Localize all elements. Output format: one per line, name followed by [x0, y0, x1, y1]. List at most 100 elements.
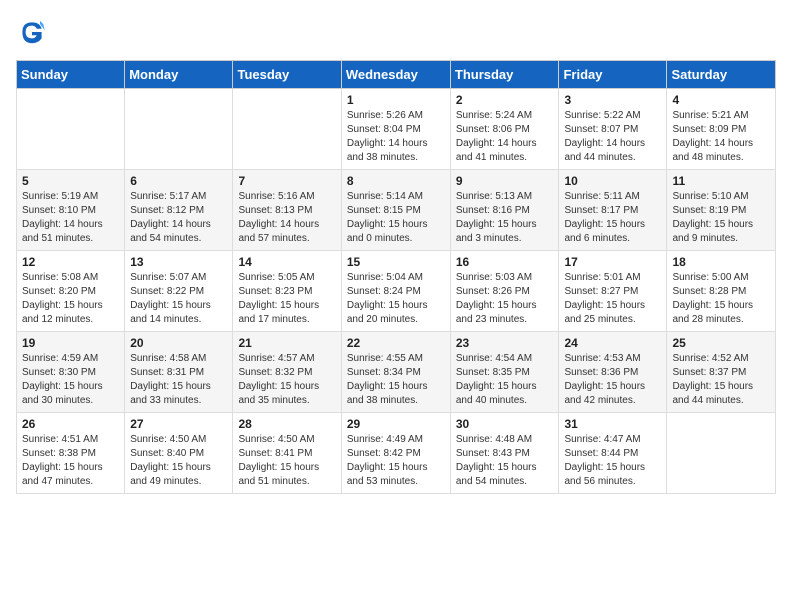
day-info: Sunrise: 5:22 AM Sunset: 8:07 PM Dayligh… — [564, 109, 661, 165]
calendar-day-cell: 2Sunrise: 5:24 AM Sunset: 8:06 PM Daylig… — [450, 89, 559, 170]
day-info: Sunrise: 5:07 AM Sunset: 8:22 PM Dayligh… — [130, 271, 227, 327]
calendar-day-cell — [233, 89, 341, 170]
calendar-day-cell: 26 Sunrise: 4:51 AM Sunset: 8:38 PM Dayli… — [17, 413, 125, 494]
calendar-day-cell: 23 Sunrise: 4:54 AM Sunset: 8:35 PM Dayli… — [450, 332, 559, 413]
calendar-week-row: 1 Sunrise: 5:26 AM Sunset: 8:04 PM Daylig… — [17, 89, 776, 170]
day-number: 10 — [564, 174, 661, 188]
day-number: 6 — [130, 174, 227, 188]
day-number: 1 — [347, 93, 445, 107]
day-info: Sunrise: 4:55 AM Sunset: 8:34 PM Dayligh… — [347, 352, 445, 408]
day-info: Sunrise: 4:51 AM Sunset: 8:38 PM Dayligh… — [22, 433, 119, 489]
calendar-day-cell: 16Sunrise: 5:03 AM Sunset: 8:26 PM Dayli… — [450, 251, 559, 332]
calendar-day-cell: 7 Sunrise: 5:16 AM Sunset: 8:13 PM Daylig… — [233, 170, 341, 251]
day-number: 4 — [672, 93, 770, 107]
calendar-day-cell: 31 Sunrise: 4:47 AM Sunset: 8:44 PM Dayli… — [559, 413, 667, 494]
day-info: Sunrise: 5:04 AM Sunset: 8:24 PM Dayligh… — [347, 271, 445, 327]
day-number: 16 — [456, 255, 554, 269]
calendar-day-cell: 6 Sunrise: 5:17 AM Sunset: 8:12 PM Daylig… — [125, 170, 233, 251]
weekday-header: Monday — [125, 61, 233, 89]
day-info: Sunrise: 5:10 AM Sunset: 8:19 PM Dayligh… — [672, 190, 770, 246]
calendar-day-cell — [125, 89, 233, 170]
day-number: 9 — [456, 174, 554, 188]
calendar-day-cell: 27 Sunrise: 4:50 AM Sunset: 8:40 PM Dayli… — [125, 413, 233, 494]
calendar-week-row: 12 Sunrise: 5:08 AM Sunset: 8:20 PM Dayli… — [17, 251, 776, 332]
day-info: Sunrise: 4:47 AM Sunset: 8:44 PM Dayligh… — [564, 433, 661, 489]
calendar-day-cell: 28Sunrise: 4:50 AM Sunset: 8:41 PM Dayli… — [233, 413, 341, 494]
weekday-header: Saturday — [667, 61, 776, 89]
day-info: Sunrise: 5:08 AM Sunset: 8:20 PM Dayligh… — [22, 271, 119, 327]
calendar-day-cell: 11 Sunrise: 5:10 AM Sunset: 8:19 PM Dayli… — [667, 170, 776, 251]
calendar-day-cell: 3 Sunrise: 5:22 AM Sunset: 8:07 PM Daylig… — [559, 89, 667, 170]
day-info: Sunrise: 5:24 AM Sunset: 8:06 PM Dayligh… — [456, 109, 554, 165]
day-info: Sunrise: 5:16 AM Sunset: 8:13 PM Dayligh… — [238, 190, 335, 246]
calendar-day-cell: 18 Sunrise: 5:00 AM Sunset: 8:28 PM Dayli… — [667, 251, 776, 332]
weekday-header: Wednesday — [341, 61, 450, 89]
weekday-header: Tuesday — [233, 61, 341, 89]
day-number: 29 — [347, 417, 445, 431]
day-number: 19 — [22, 336, 119, 350]
calendar-day-cell: 29Sunrise: 4:49 AM Sunset: 8:42 PM Dayli… — [341, 413, 450, 494]
day-info: Sunrise: 5:05 AM Sunset: 8:23 PM Dayligh… — [238, 271, 335, 327]
day-info: Sunrise: 4:59 AM Sunset: 8:30 PM Dayligh… — [22, 352, 119, 408]
day-number: 26 — [22, 417, 119, 431]
day-info: Sunrise: 4:57 AM Sunset: 8:32 PM Dayligh… — [238, 352, 335, 408]
calendar-day-cell: 19 Sunrise: 4:59 AM Sunset: 8:30 PM Dayli… — [17, 332, 125, 413]
calendar-day-cell: 1 Sunrise: 5:26 AM Sunset: 8:04 PM Daylig… — [341, 89, 450, 170]
calendar-day-cell: 5Sunrise: 5:19 AM Sunset: 8:10 PM Daylig… — [17, 170, 125, 251]
calendar-table: SundayMondayTuesdayWednesdayThursdayFrid… — [16, 60, 776, 494]
calendar-day-cell: 24 Sunrise: 4:53 AM Sunset: 8:36 PM Dayli… — [559, 332, 667, 413]
day-number: 17 — [564, 255, 661, 269]
calendar-day-cell: 12 Sunrise: 5:08 AM Sunset: 8:20 PM Dayli… — [17, 251, 125, 332]
logo — [16, 16, 50, 48]
day-info: Sunrise: 4:53 AM Sunset: 8:36 PM Dayligh… — [564, 352, 661, 408]
calendar-day-cell: 30Sunrise: 4:48 AM Sunset: 8:43 PM Dayli… — [450, 413, 559, 494]
day-number: 13 — [130, 255, 227, 269]
calendar-week-row: 26 Sunrise: 4:51 AM Sunset: 8:38 PM Dayli… — [17, 413, 776, 494]
day-number: 31 — [564, 417, 661, 431]
calendar-week-row: 5Sunrise: 5:19 AM Sunset: 8:10 PM Daylig… — [17, 170, 776, 251]
day-number: 15 — [347, 255, 445, 269]
day-info: Sunrise: 4:54 AM Sunset: 8:35 PM Dayligh… — [456, 352, 554, 408]
logo-icon — [16, 16, 48, 48]
calendar-day-cell: 15 Sunrise: 5:04 AM Sunset: 8:24 PM Dayli… — [341, 251, 450, 332]
calendar-day-cell — [667, 413, 776, 494]
day-number: 14 — [238, 255, 335, 269]
calendar-day-cell: 9 Sunrise: 5:13 AM Sunset: 8:16 PM Daylig… — [450, 170, 559, 251]
page-header — [16, 16, 776, 48]
day-number: 18 — [672, 255, 770, 269]
calendar-day-cell: 4 Sunrise: 5:21 AM Sunset: 8:09 PM Daylig… — [667, 89, 776, 170]
weekday-header: Friday — [559, 61, 667, 89]
day-info: Sunrise: 5:00 AM Sunset: 8:28 PM Dayligh… — [672, 271, 770, 327]
day-info: Sunrise: 5:01 AM Sunset: 8:27 PM Dayligh… — [564, 271, 661, 327]
calendar-day-cell: 10 Sunrise: 5:11 AM Sunset: 8:17 PM Dayli… — [559, 170, 667, 251]
day-info: Sunrise: 5:11 AM Sunset: 8:17 PM Dayligh… — [564, 190, 661, 246]
day-info: Sunrise: 4:52 AM Sunset: 8:37 PM Dayligh… — [672, 352, 770, 408]
day-number: 24 — [564, 336, 661, 350]
calendar-day-cell: 25 Sunrise: 4:52 AM Sunset: 8:37 PM Dayli… — [667, 332, 776, 413]
day-number: 12 — [22, 255, 119, 269]
day-number: 23 — [456, 336, 554, 350]
calendar-week-row: 19 Sunrise: 4:59 AM Sunset: 8:30 PM Dayli… — [17, 332, 776, 413]
day-number: 3 — [564, 93, 661, 107]
day-number: 22 — [347, 336, 445, 350]
day-info: Sunrise: 4:58 AM Sunset: 8:31 PM Dayligh… — [130, 352, 227, 408]
day-info: Sunrise: 4:50 AM Sunset: 8:40 PM Dayligh… — [130, 433, 227, 489]
day-info: Sunrise: 5:17 AM Sunset: 8:12 PM Dayligh… — [130, 190, 227, 246]
day-info: Sunrise: 5:14 AM Sunset: 8:15 PM Dayligh… — [347, 190, 445, 246]
calendar-day-cell: 20 Sunrise: 4:58 AM Sunset: 8:31 PM Dayli… — [125, 332, 233, 413]
day-number: 7 — [238, 174, 335, 188]
day-number: 25 — [672, 336, 770, 350]
day-number: 20 — [130, 336, 227, 350]
calendar-day-cell: 13 Sunrise: 5:07 AM Sunset: 8:22 PM Dayli… — [125, 251, 233, 332]
day-number: 11 — [672, 174, 770, 188]
day-info: Sunrise: 4:48 AM Sunset: 8:43 PM Dayligh… — [456, 433, 554, 489]
day-number: 28 — [238, 417, 335, 431]
day-info: Sunrise: 5:13 AM Sunset: 8:16 PM Dayligh… — [456, 190, 554, 246]
day-info: Sunrise: 5:26 AM Sunset: 8:04 PM Dayligh… — [347, 109, 445, 165]
calendar-day-cell: 21Sunrise: 4:57 AM Sunset: 8:32 PM Dayli… — [233, 332, 341, 413]
calendar-day-cell: 14 Sunrise: 5:05 AM Sunset: 8:23 PM Dayli… — [233, 251, 341, 332]
day-info: Sunrise: 5:21 AM Sunset: 8:09 PM Dayligh… — [672, 109, 770, 165]
calendar-day-cell: 17 Sunrise: 5:01 AM Sunset: 8:27 PM Dayli… — [559, 251, 667, 332]
day-number: 8 — [347, 174, 445, 188]
day-number: 27 — [130, 417, 227, 431]
